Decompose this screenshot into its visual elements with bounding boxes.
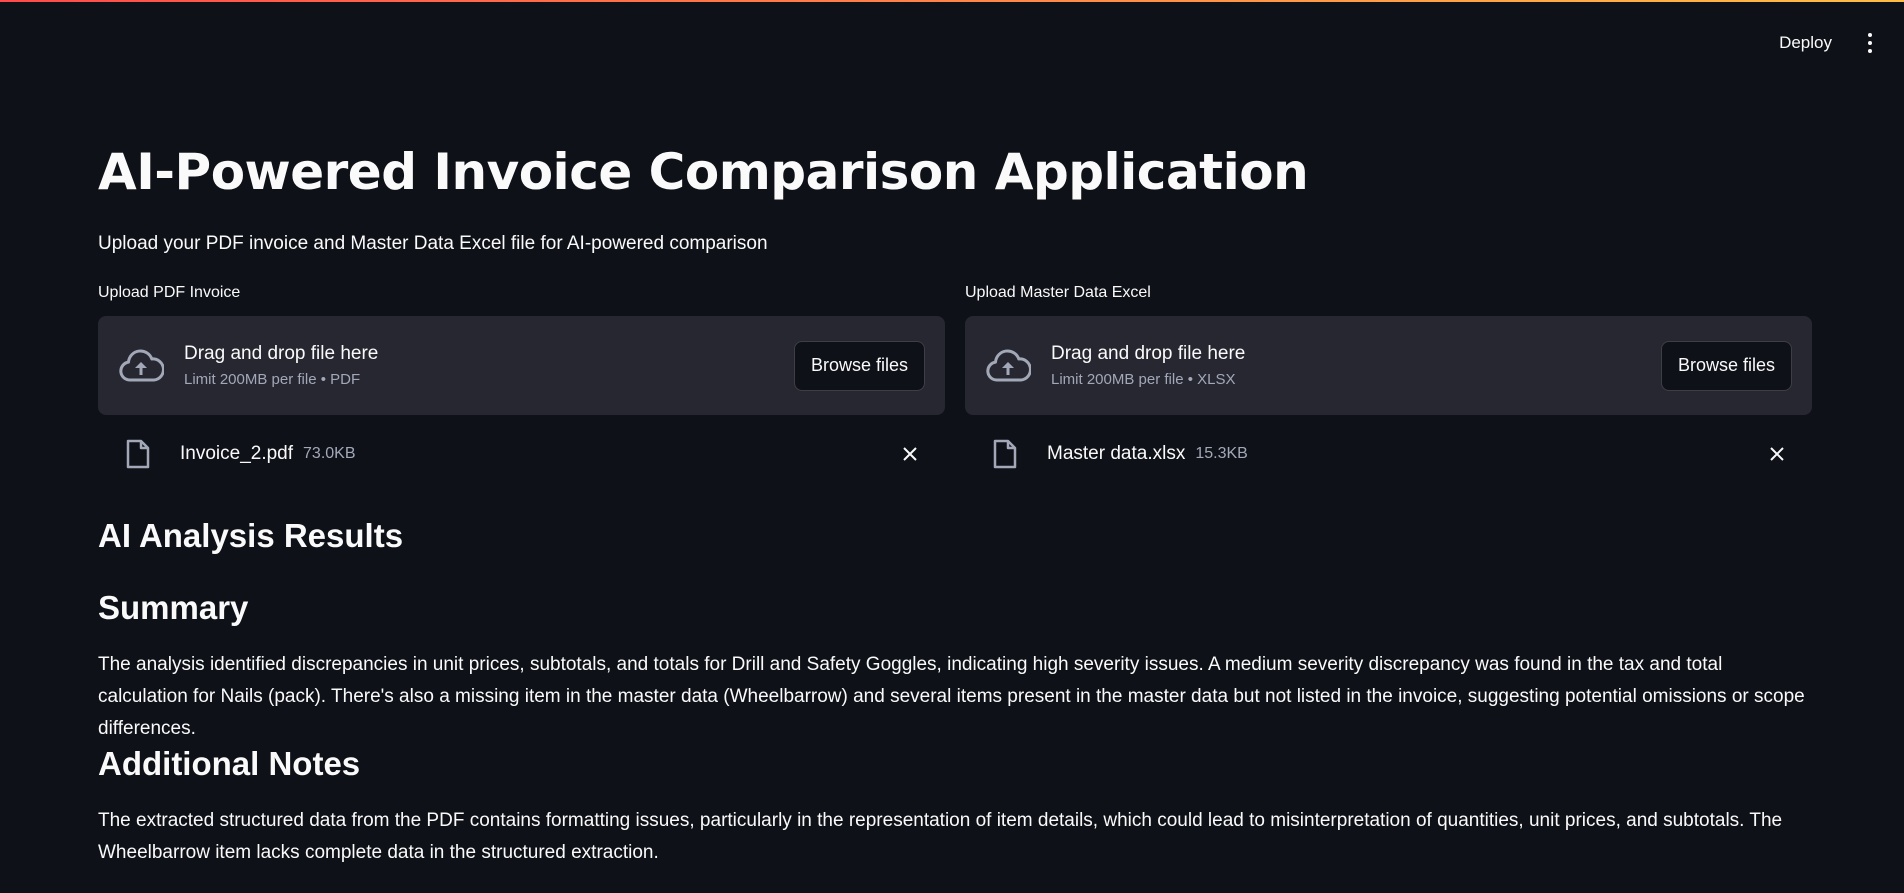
dropzone-limit: Limit 200MB per file • PDF [184,371,361,388]
uploader-label: Upload PDF Invoice [98,284,241,301]
file-icon [993,439,1017,469]
file-size: 15.3KB [1195,445,1248,462]
deploy-button[interactable]: Deploy [1769,27,1842,59]
summary-text: The analysis identified discrepancies in… [98,654,1805,739]
dropzone-limit: Limit 200MB per file • XLSX [1051,371,1236,388]
close-icon[interactable] [1762,439,1792,469]
browse-files-button[interactable]: Browse files [1660,340,1792,391]
page-subtitle: Upload your PDF invoice and Master Data … [98,233,768,254]
top-decoration-bar [0,0,1904,2]
dropzone-title: Drag and drop file here [1051,343,1246,364]
vertical-ellipsis-icon[interactable] [1860,28,1880,58]
additional-notes-text: The extracted structured data from the P… [98,810,1783,863]
excel-dropzone[interactable]: Drag and drop file here Limit 200MB per … [965,316,1812,415]
pdf-dropzone[interactable]: Drag and drop file here Limit 200MB per … [98,316,945,415]
uploader-label: Upload Master Data Excel [965,284,1151,301]
excel-uploader: Upload Master Data Excel Drag and drop f… [965,284,1812,493]
dropzone-title: Drag and drop file here [184,343,379,364]
file-icon [126,439,150,469]
pdf-uploader: Upload PDF Invoice Drag and drop file he… [98,284,945,493]
file-size: 73.0KB [303,445,356,462]
page-title: AI-Powered Invoice Comparison Applicatio… [98,143,1309,201]
summary-heading: Summary [98,589,249,626]
cloud-upload-icon [986,349,1031,382]
uploaded-file-row: Invoice_2.pdf 73.0KB [98,415,945,493]
file-name: Invoice_2.pdf [180,443,294,464]
browse-files-button[interactable]: Browse files [793,340,925,391]
close-icon[interactable] [895,439,925,469]
results-heading: AI Analysis Results [98,517,404,554]
additional-notes-heading: Additional Notes [98,745,361,782]
file-name: Master data.xlsx [1047,443,1186,464]
toolbar: Deploy [1769,0,1904,86]
uploaded-file-row: Master data.xlsx 15.3KB [965,415,1812,493]
cloud-upload-icon [119,349,164,382]
